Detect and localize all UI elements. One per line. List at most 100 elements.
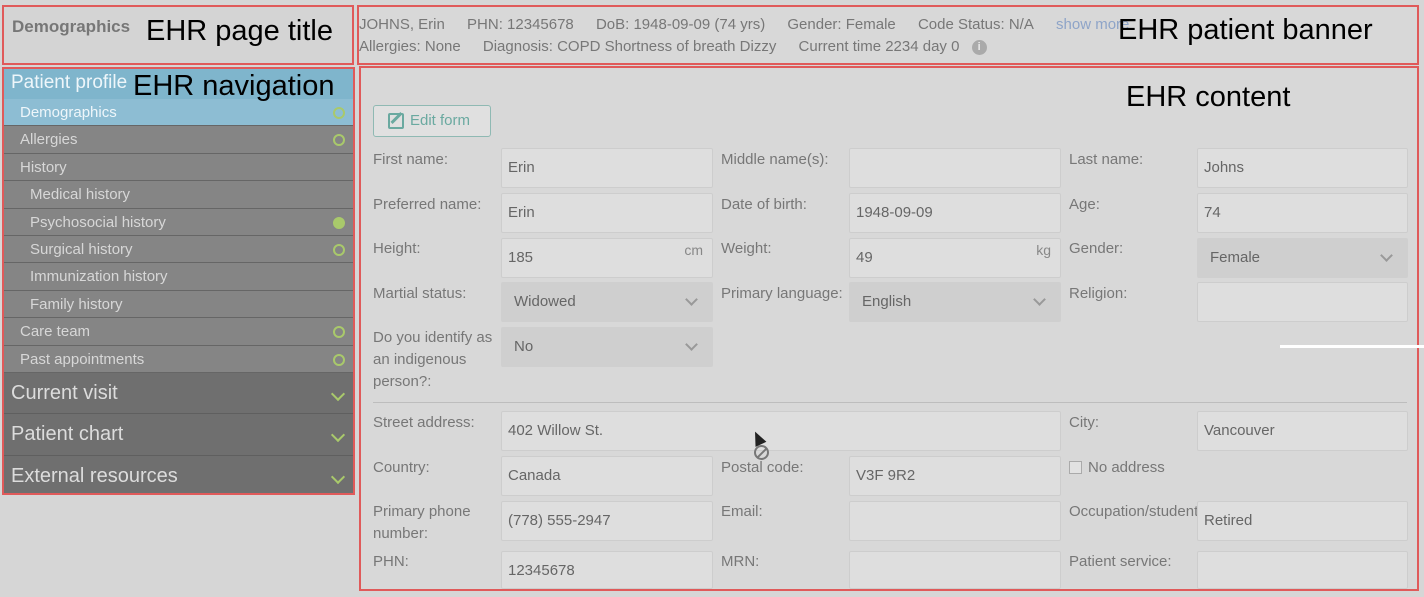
preferred-name-label: Preferred name:: [373, 196, 482, 213]
banner-line-1: JOHNS, Erin PHN: 12345678 DoB: 1948-09-0…: [359, 16, 1147, 33]
religion-field[interactable]: [1197, 282, 1408, 322]
phn-label: PHN:: [373, 553, 409, 570]
nav-item-label: Surgical history: [30, 240, 133, 258]
gender-label: Gender:: [1069, 240, 1124, 257]
nav-item-history[interactable]: History: [4, 153, 353, 182]
edit-form-label: Edit form: [410, 112, 471, 129]
no-address-checkbox[interactable]: [1069, 461, 1082, 474]
postal-code-field[interactable]: V3F 9R2: [849, 456, 1061, 496]
indigenous-label-line: an indigenous: [373, 351, 467, 368]
chevron-down-icon: [1033, 293, 1046, 306]
nav-item-label: Demographics: [20, 104, 117, 121]
chevron-down-icon: [1380, 249, 1393, 262]
street-address-label: Street address:: [373, 414, 475, 431]
mrn-label: MRN:: [721, 553, 760, 570]
primary-language-label: Primary language:: [721, 285, 843, 302]
first-name-field[interactable]: Erin: [501, 148, 713, 188]
banner-diagnosis: Diagnosis: COPD Shortness of breath Dizz…: [482, 38, 777, 55]
religion-label: Religion:: [1069, 285, 1128, 302]
weight-unit: kg: [1036, 242, 1051, 258]
patient-service-label: Patient service:: [1069, 553, 1172, 570]
nav-item-past-appointments[interactable]: Past appointments: [4, 345, 353, 373]
middle-name-field[interactable]: [849, 148, 1061, 188]
mrn-field[interactable]: [849, 551, 1061, 589]
edit-icon: [388, 113, 404, 129]
annotation-navigation: EHR navigation: [133, 70, 335, 102]
annotation-page-title: EHR page title: [146, 15, 333, 47]
city-field[interactable]: Vancouver: [1197, 411, 1408, 451]
nav-section-external-resources[interactable]: External resources: [4, 455, 353, 493]
patient-service-field[interactable]: [1197, 551, 1408, 589]
marital-status-label: Martial status:: [373, 285, 467, 302]
nav-section-current-visit[interactable]: Current visit: [4, 372, 353, 415]
status-dot-open: [333, 353, 345, 366]
postal-code-label: Postal code:: [721, 459, 804, 476]
last-name-field[interactable]: Johns: [1197, 148, 1408, 188]
phn-field[interactable]: 12345678: [501, 551, 713, 589]
status-dot-open: [333, 243, 345, 256]
nav-section-label: Current visit: [11, 381, 118, 404]
ehr-navigation: Patient profile Demographics Allergies H…: [2, 67, 355, 495]
age-field[interactable]: 74: [1197, 193, 1408, 233]
nav-item-label: Family history: [30, 295, 123, 313]
nav-item-psychosocial-history[interactable]: Psychosocial history: [4, 208, 353, 236]
country-label: Country:: [373, 459, 430, 476]
status-dot-filled: [333, 216, 345, 229]
height-unit: cm: [684, 242, 703, 258]
weight-field[interactable]: 49 kg: [849, 238, 1061, 278]
status-dot-open: [333, 326, 345, 339]
primary-phone-label-line: Primary phone: [373, 503, 471, 520]
annotation-banner: EHR patient banner: [1118, 14, 1373, 46]
nav-item-care-team[interactable]: Care team: [4, 318, 353, 346]
gender-value: Female: [1210, 249, 1261, 266]
banner-dob: DoB: 1948-09-09 (74 yrs): [595, 16, 766, 33]
annotation-content: EHR content: [1126, 81, 1291, 113]
white-line-marker: [1280, 345, 1424, 348]
height-field[interactable]: 185 cm: [501, 238, 713, 278]
chevron-down-icon: [685, 338, 698, 351]
primary-phone-field[interactable]: (778) 555-2947: [501, 501, 713, 541]
edit-form-button[interactable]: Edit form: [373, 105, 491, 137]
primary-language-select[interactable]: English: [849, 282, 1061, 322]
indigenous-label: Do you identify as an indigenous person?…: [373, 327, 492, 393]
chevron-down-icon: [330, 469, 346, 484]
nav-section-patient-chart[interactable]: Patient chart: [4, 414, 353, 456]
dob-field[interactable]: 1948-09-09: [849, 193, 1061, 233]
indigenous-label-line: person?:: [373, 373, 432, 390]
banner-allergies: Allergies: None: [359, 38, 461, 55]
street-address-field[interactable]: 402 Willow St.: [501, 411, 1061, 451]
email-label: Email:: [721, 503, 763, 520]
height-value: 185: [508, 249, 534, 266]
nav-item-family-history[interactable]: Family history: [4, 290, 353, 319]
email-field[interactable]: [849, 501, 1061, 541]
indigenous-label-line: Do you identify as: [373, 329, 493, 346]
nav-item-immunization-history[interactable]: Immunization history: [4, 263, 353, 291]
nav-item-label: Immunization history: [30, 268, 168, 286]
middle-name-label: Middle name(s):: [721, 151, 829, 168]
nav-item-allergies[interactable]: Allergies: [4, 126, 353, 154]
marital-status-select[interactable]: Widowed: [501, 282, 713, 322]
nav-item-demographics[interactable]: Demographics: [4, 99, 353, 127]
height-label: Height:: [373, 240, 421, 257]
banner-patient-name: JOHNS, Erin: [359, 16, 445, 33]
occupation-label: Occupation/student:: [1069, 503, 1203, 520]
banner-current-time: Current time 2234 day 0: [798, 38, 960, 55]
banner-gender: Gender: Female: [787, 16, 896, 33]
preferred-name-field[interactable]: Erin: [501, 193, 713, 233]
banner-phn: PHN: 12345678: [467, 16, 574, 33]
country-field[interactable]: Canada: [501, 456, 713, 496]
chevron-down-icon: [685, 293, 698, 306]
nav-item-label: Medical history: [30, 186, 131, 204]
last-name-label: Last name:: [1069, 151, 1144, 168]
info-icon[interactable]: i: [971, 40, 987, 55]
nav-item-surgical-history[interactable]: Surgical history: [4, 235, 353, 264]
marital-status-value: Widowed: [514, 293, 576, 310]
occupation-field[interactable]: Retired: [1197, 501, 1408, 541]
page-title: Demographics: [12, 17, 131, 36]
nav-item-medical-history[interactable]: Medical history: [4, 181, 353, 209]
nav-item-label: Care team: [20, 323, 91, 341]
gender-select[interactable]: Female: [1197, 238, 1408, 278]
status-dot-open: [333, 107, 345, 119]
indigenous-value: No: [514, 338, 534, 355]
indigenous-select[interactable]: No: [501, 327, 713, 367]
